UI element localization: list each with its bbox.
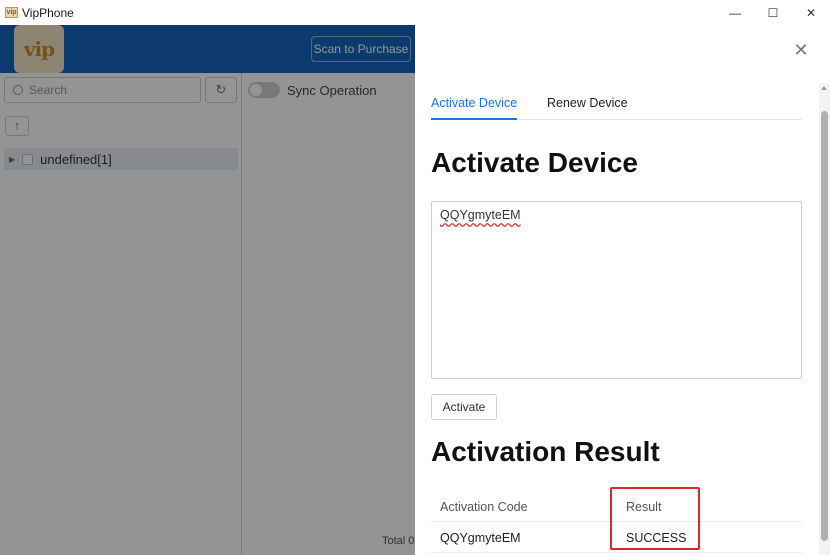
result-highlight-box (610, 487, 700, 550)
tab-activate-device[interactable]: Activate Device (431, 96, 518, 120)
scrollbar[interactable] (819, 83, 830, 555)
column-header-activation-code: Activation Code (440, 500, 528, 514)
cell-activation-code: QQYgmyteEM (440, 531, 521, 545)
window-title: VipPhone (22, 5, 74, 20)
close-window-button[interactable]: ✕ (792, 0, 830, 25)
maximize-button[interactable]: ☐ (754, 0, 792, 25)
title-bar: vip VipPhone — ☐ ✕ (0, 0, 830, 25)
close-icon[interactable]: ✕ (791, 40, 811, 60)
activation-result-heading: Activation Result (431, 436, 660, 467)
app-icon: vip (5, 7, 18, 18)
activate-device-heading: Activate Device (431, 147, 639, 178)
scroll-up-arrow[interactable] (821, 86, 827, 90)
activation-drawer: ✕ Activate Device Renew Device Activate … (415, 25, 830, 555)
drawer-tabs: Activate Device Renew Device (431, 90, 802, 120)
minimize-button[interactable]: — (716, 0, 754, 25)
activation-code-textarea[interactable]: QQYgmyteEM (431, 201, 802, 379)
activate-button[interactable]: Activate (431, 394, 497, 420)
tab-renew-device[interactable]: Renew Device (547, 96, 628, 120)
modal-overlay[interactable] (0, 25, 415, 555)
scrollbar-thumb[interactable] (821, 111, 828, 541)
